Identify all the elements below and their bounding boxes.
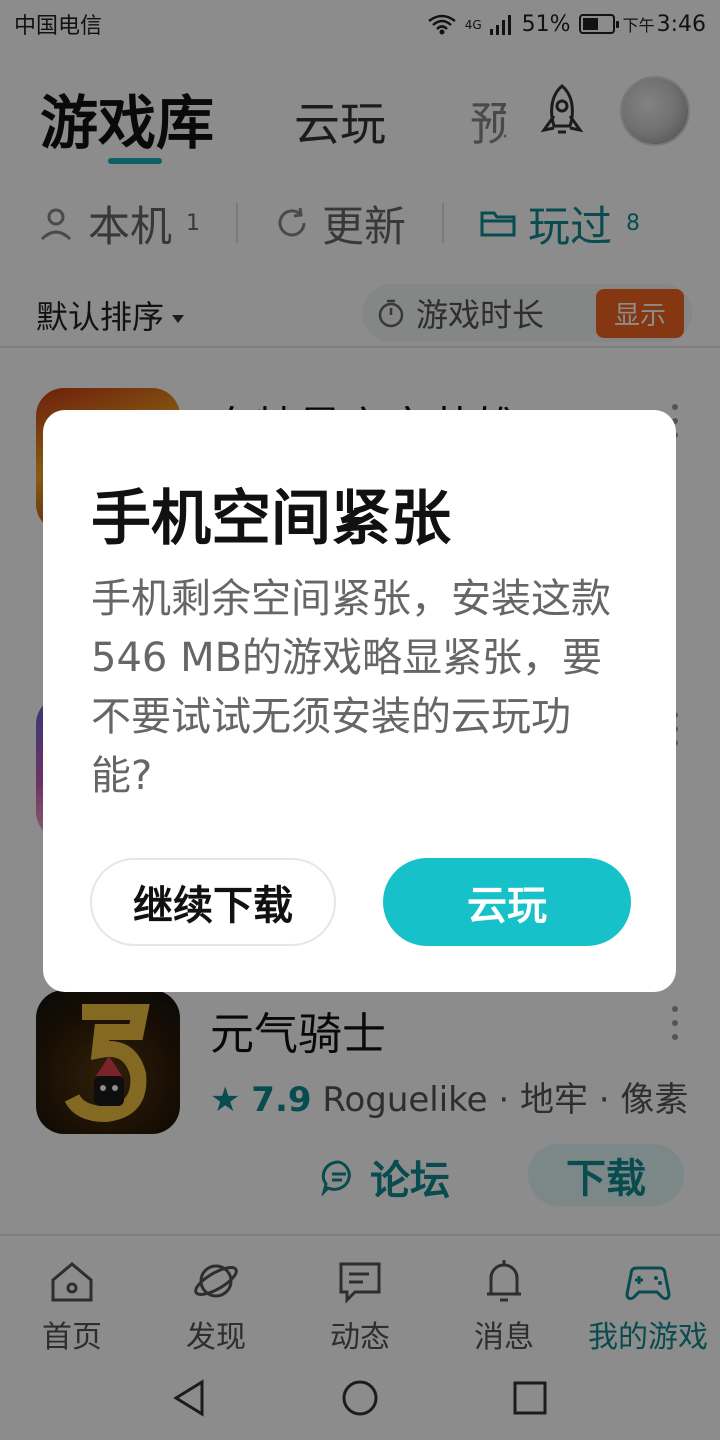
continue-download-button[interactable]: 继续下载 [90, 858, 336, 946]
dialog-title: 手机空间紧张 [91, 484, 451, 554]
dialog-message: 手机剩余空间紧张，安装这款546 MB的游戏略显紧张，要不要试试无须安装的云玩功… [91, 576, 611, 799]
cloud-play-button[interactable]: 云玩 [383, 858, 631, 946]
storage-warning-dialog: 手机空间紧张 手机剩余空间紧张，安装这款546 MB的游戏略显紧张，要不要试试无… [43, 410, 676, 992]
